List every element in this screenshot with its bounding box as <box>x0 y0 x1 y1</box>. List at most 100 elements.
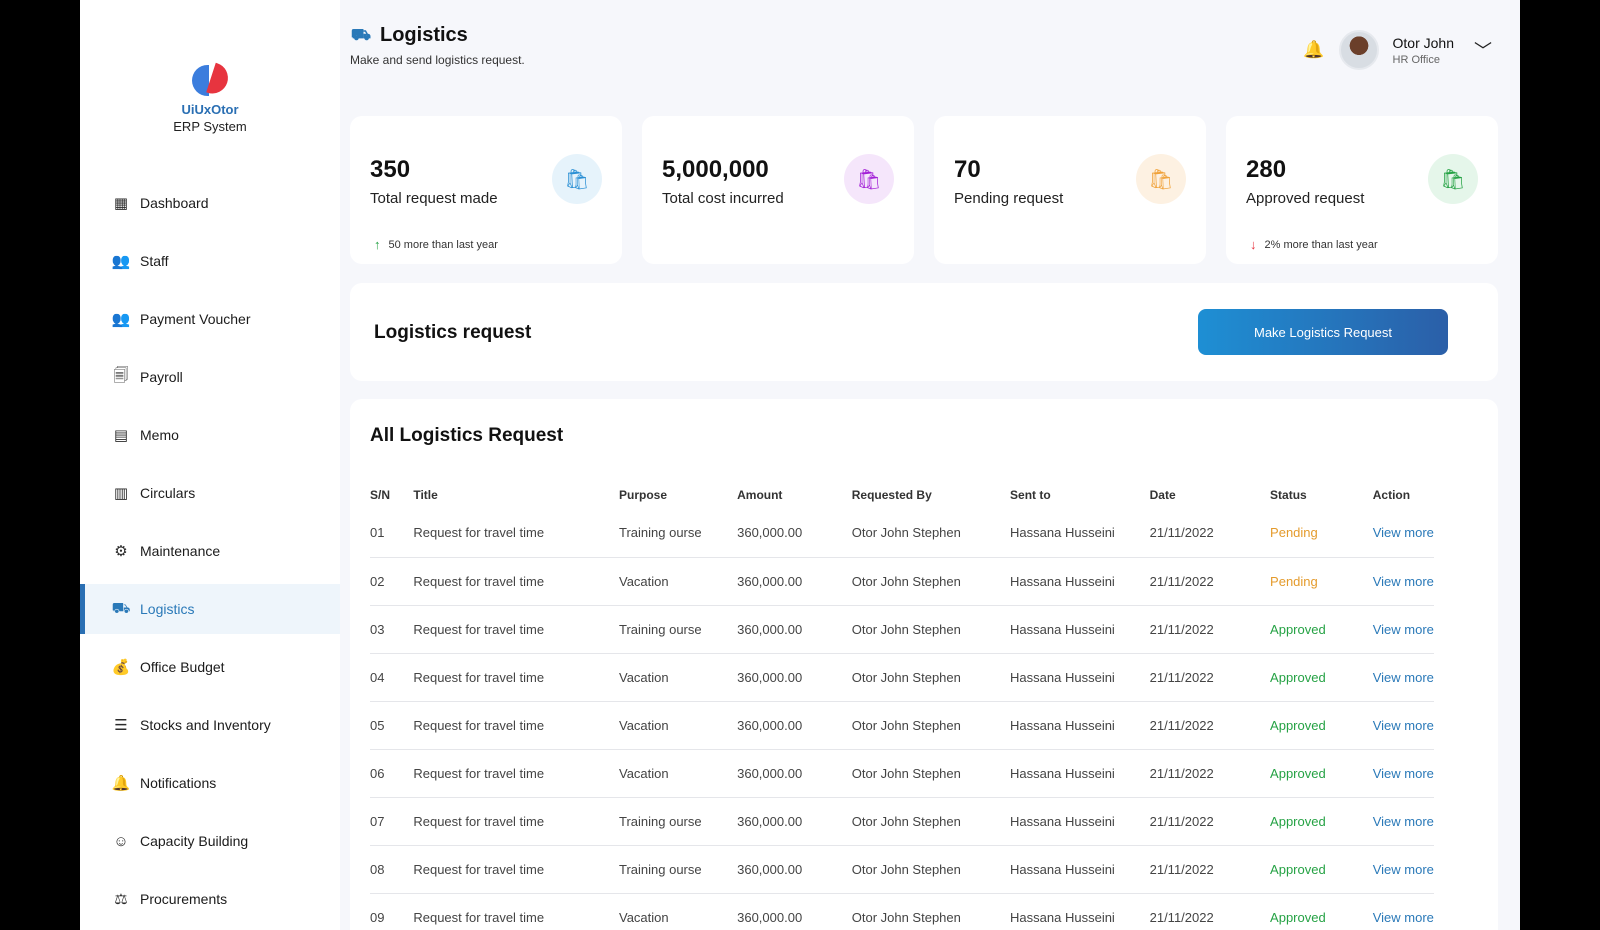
table-cell: Training ourse <box>619 605 738 654</box>
table-cell: 360,000.00 <box>737 509 852 558</box>
table-cell: Hassana Husseini <box>1010 557 1150 606</box>
cell-date: 21/11/2022 <box>1149 525 1214 541</box>
table-cell: Request for travel time <box>413 557 619 606</box>
cell-purpose: Vacation <box>619 909 669 925</box>
sidebar-item-memo[interactable]: ▤ Memo <box>80 410 340 460</box>
cell-purpose: Vacation <box>619 717 669 733</box>
sidebar-item-label: Maintenance <box>140 543 221 559</box>
table-cell: Vacation <box>619 749 738 798</box>
sidebar-item-payment-voucher[interactable]: 👥 Payment Voucher <box>80 294 340 344</box>
table-cell: Vacation <box>619 653 738 702</box>
user-role: HR Office <box>1392 53 1440 66</box>
cell-purpose: Training ourse <box>619 621 702 637</box>
table-cell: 21/11/2022 <box>1149 653 1271 702</box>
sidebar-item-logistics[interactable]: ⛟ Logistics <box>80 584 340 634</box>
cell-sent-to: Hassana Husseini <box>1010 669 1115 685</box>
column-header: Date <box>1149 488 1176 502</box>
brand-name: UiUxOtor <box>181 102 239 117</box>
sidebar-item-dashboard[interactable]: ▦ Dashboard <box>80 178 340 228</box>
cell-amount: 360,000.00 <box>737 573 803 589</box>
table-cell: Training ourse <box>619 509 738 558</box>
arrow-up-icon: ↑ <box>374 237 381 252</box>
table-cell: Otor John Stephen <box>851 797 1011 846</box>
cell-amount: 360,000.00 <box>737 909 803 925</box>
stat-card: 70 Pending request 🛍 <box>934 116 1206 264</box>
table-row: 08 Request for travel time Training ourse 3… <box>370 845 1434 894</box>
chevron-down-icon[interactable]: ﹀ <box>1474 37 1492 63</box>
cell-title: Request for travel time <box>413 717 545 733</box>
table-cell: Vacation <box>619 893 738 930</box>
cell-sent-to: Hassana Husseini <box>1010 573 1115 589</box>
table-cell: Training ourse <box>619 845 738 894</box>
table-cell: Otor John Stephen <box>851 557 1011 606</box>
table-cell: Request for travel time <box>413 749 619 798</box>
table-cell: 360,000.00 <box>737 653 852 702</box>
cell-sent-to: Hassana Husseini <box>1010 765 1115 781</box>
status-badge: Approved <box>1270 813 1326 829</box>
cell-sent-to: Hassana Husseini <box>1010 813 1115 829</box>
bell-icon: 🔔 <box>111 775 131 792</box>
brand-logo[interactable]: UiUxOtor ERP System <box>80 62 340 134</box>
user-name: Otor John <box>1392 34 1454 51</box>
logistics-icon: ⛟ <box>111 599 131 617</box>
sidebar-item-maintenance[interactable]: ⚙ Maintenance <box>80 526 340 576</box>
status-badge: Approved <box>1270 909 1326 925</box>
sidebar-item-payroll[interactable]: 🗐 Payroll <box>80 352 340 402</box>
gears-icon: ⚙ <box>114 543 128 560</box>
table-cell: 21/11/2022 <box>1149 845 1271 894</box>
view-more-link[interactable]: View more <box>1373 766 1434 781</box>
stat-trend: ↓ 2% more than last year <box>1250 237 1378 252</box>
view-more-link[interactable]: View more <box>1373 574 1434 589</box>
bell-icon[interactable]: 🔔 <box>1303 40 1324 60</box>
table-title: All Logistics Request <box>370 425 564 446</box>
shopping-bag-check-icon: 🛍 <box>1428 154 1478 204</box>
user-menu: 🔔 Otor John HR Office ﹀ <box>1303 30 1492 70</box>
cell-sent-to: Hassana Husseini <box>1010 525 1115 541</box>
cell-requested-by: Otor John Stephen <box>851 717 961 733</box>
table-cell: 360,000.00 <box>737 749 852 798</box>
column-header: Action <box>1372 488 1411 502</box>
status-badge: Approved <box>1270 717 1326 733</box>
logistics-table-panel: All Logistics Request S/N Title Purpose Amo… <box>350 399 1498 930</box>
table-cell: View more <box>1372 509 1434 558</box>
cell-purpose: Training ourse <box>619 813 702 829</box>
shopping-bag-check-icon: 🛍 <box>844 154 894 204</box>
table-cell: 21/11/2022 <box>1149 749 1271 798</box>
avatar[interactable] <box>1338 30 1379 70</box>
sidebar-item-notifications[interactable]: 🔔 Notifications <box>80 758 340 808</box>
sidebar-item-stocks-and-inventory[interactable]: ☰ Stocks and Inventory <box>80 700 340 750</box>
cell-amount: 360,000.00 <box>737 621 803 637</box>
sidebar-item-office-budget[interactable]: 💰 Office Budget <box>80 642 340 692</box>
cell-amount: 360,000.00 <box>737 861 803 877</box>
table-cell: Approved <box>1270 653 1373 702</box>
view-more-link[interactable]: View more <box>1373 862 1434 877</box>
cell-date: 21/11/2022 <box>1149 669 1214 685</box>
view-more-link[interactable]: View more <box>1373 718 1434 733</box>
cell-sn: 08 <box>370 861 385 877</box>
table-cell: 07 <box>370 797 414 846</box>
sidebar-item-staff[interactable]: 👥 Staff <box>80 236 340 286</box>
view-more-link[interactable]: View more <box>1373 622 1434 637</box>
payroll-icon: 🗐 <box>113 366 129 384</box>
cell-date: 21/11/2022 <box>1149 765 1214 781</box>
table-cell: 360,000.00 <box>737 893 852 930</box>
table-cell: Request for travel time <box>413 701 619 750</box>
column-header: Purpose <box>619 488 668 502</box>
sidebar-item-label: Procurements <box>140 891 228 907</box>
sidebar-item-capacity-building[interactable]: ☺ Capacity Building <box>80 816 340 866</box>
view-more-link[interactable]: View more <box>1373 814 1434 829</box>
view-more-link[interactable]: View more <box>1373 670 1434 685</box>
sidebar-item-label: Logistics <box>140 601 195 617</box>
table-cell: Approved <box>1270 893 1373 930</box>
sidebar-item-label: Memo <box>140 427 179 443</box>
table-row: 05 Request for travel time Vacation 360,000… <box>370 701 1434 750</box>
list-icon: ☰ <box>114 717 128 734</box>
cell-title: Request for travel time <box>413 861 545 877</box>
view-more-link[interactable]: View more <box>1373 910 1434 925</box>
make-logistics-request-button[interactable]: Make Logistics Request <box>1198 309 1448 355</box>
view-more-link[interactable]: View more <box>1373 525 1434 540</box>
sidebar-item-procurements[interactable]: ⚖ Procurements <box>80 874 340 924</box>
cell-sn: 09 <box>370 909 385 925</box>
cell-sn: 02 <box>370 573 385 589</box>
sidebar-item-circulars[interactable]: ▥ Circulars <box>80 468 340 518</box>
